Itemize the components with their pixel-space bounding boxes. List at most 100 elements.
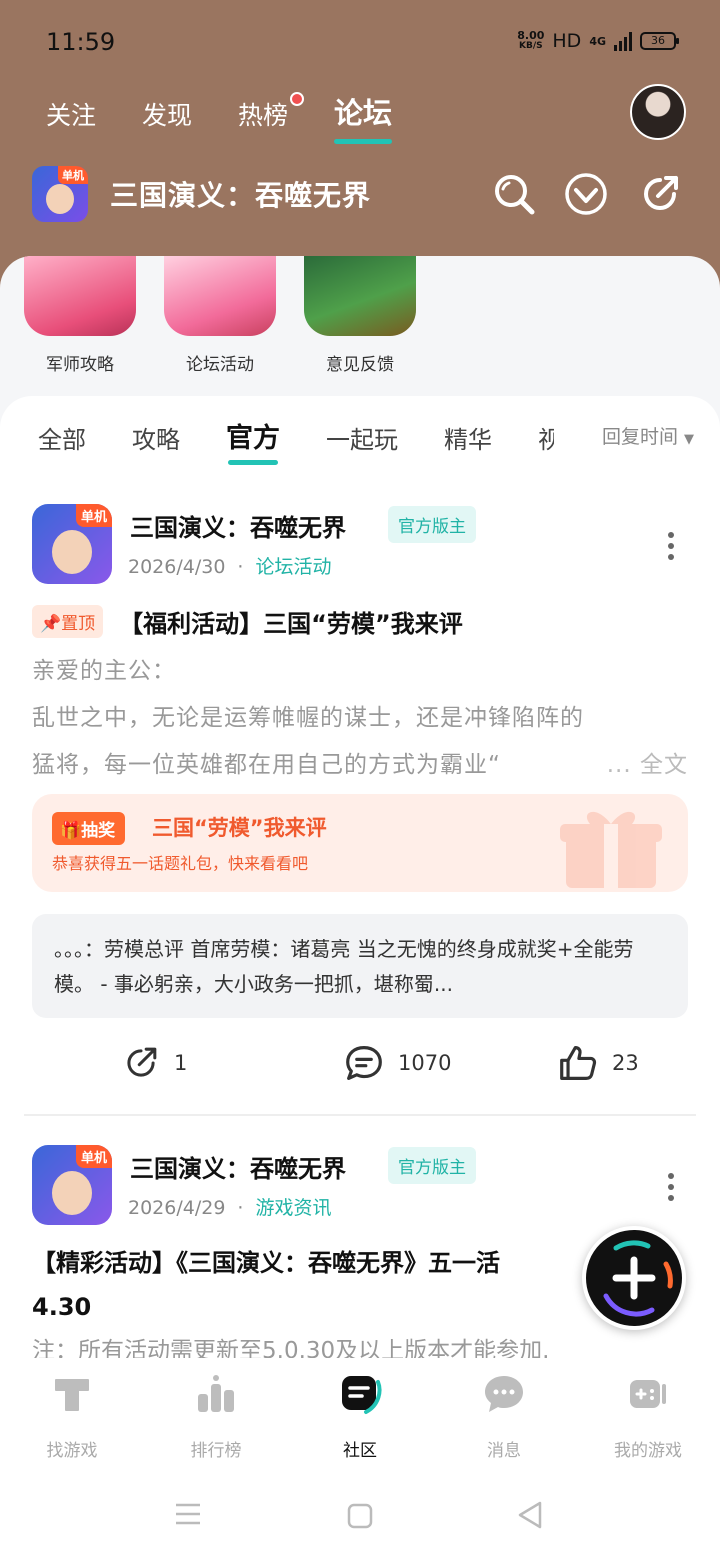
user-avatar[interactable] [630, 84, 686, 140]
network-type: 4G [589, 34, 606, 48]
role-badge: 官方版主 [388, 506, 476, 543]
bottom-nav: 找游戏 排行榜 社区 消息 我的游戏 [0, 1358, 720, 1468]
post-meta: 2026/4/30 · 论坛活动 [128, 552, 331, 579]
filter-tab-all[interactable]: 全部 [38, 420, 86, 455]
author-name[interactable]: 三国演义：吞噬无界 [130, 508, 346, 543]
signal-icon [614, 31, 632, 51]
comment-action[interactable]: 1070 [344, 1044, 451, 1082]
nav-my-games[interactable]: 我的游戏 [588, 1372, 708, 1461]
quoted-reply[interactable]: 。。。：劳模总评 首席劳模：诸葛亮 当之无愧的终身成就奖+全能劳模。 - 事必躬… [32, 914, 688, 1018]
rankings-icon [198, 1375, 234, 1412]
comment-icon [346, 1046, 382, 1080]
excerpt-line: 乱世之中，无论是运筹帷幄的谋士，还是冲锋陷阵的 [32, 705, 584, 731]
post-excerpt[interactable]: 注：所有活动需更新至5.0.30及以上版本才能参加. [32, 1331, 549, 1360]
menu-icon[interactable] [174, 1502, 202, 1526]
nav-rankings[interactable]: 排行榜 [156, 1372, 276, 1461]
like-count: 23 [612, 1051, 639, 1075]
favorite-heart-icon[interactable] [564, 172, 608, 216]
filter-tab-guide[interactable]: 攻略 [132, 420, 180, 455]
forum-content: 军师攻略 论坛活动 意见反馈 全部 攻略 官方 一起玩 精华 视 回复时间 ▼ [0, 256, 720, 1360]
nav-label: 消息 [487, 1441, 521, 1461]
game-icon-face [46, 184, 74, 214]
author-avatar-tag: 单机 [75, 1145, 112, 1168]
post-card[interactable]: 单机 三国演义：吞噬无界 官方版主 2026/4/30 · 论坛活动 📌置顶 【福利… [32, 504, 688, 1104]
shortcut-forum-activity[interactable]: 论坛活动 [164, 256, 276, 375]
gift-watermark-icon [560, 811, 662, 888]
more-options-icon[interactable] [668, 1173, 674, 1201]
filter-tab-featured[interactable]: 精华 [444, 420, 492, 455]
tab-follow[interactable]: 关注 [46, 96, 96, 132]
pinned-label: 置顶 [61, 614, 96, 634]
game-title[interactable]: 三国演义：吞噬无界 [110, 174, 371, 214]
share-action[interactable]: 1 [122, 1044, 187, 1082]
post-title[interactable]: 📌置顶 【福利活动】三国“劳模”我来评 [32, 604, 463, 639]
search-icon[interactable] [492, 172, 536, 216]
filter-tab-play-together[interactable]: 一起玩 [326, 420, 398, 455]
tab-discover[interactable]: 发现 [142, 96, 192, 132]
read-more-link[interactable]: ... 全文 [596, 742, 688, 789]
home-icon[interactable] [346, 1502, 374, 1530]
filter-tab-video[interactable]: 视 [538, 420, 554, 455]
game-icon[interactable]: 单机 [32, 166, 88, 222]
game-icon-tag: 单机 [58, 166, 88, 184]
messages-icon [485, 1376, 523, 1412]
author-avatar[interactable]: 单机 [32, 504, 112, 584]
share-icon[interactable] [638, 172, 682, 216]
excerpt-line: 亲爱的主公： [32, 658, 176, 684]
forum-header: 11:59 8.00 KB/S HD 4G 36 关注 发现 热榜 论坛 单机 … [0, 0, 720, 300]
caret-down-icon: ▼ [684, 432, 694, 447]
like-action[interactable]: 23 [558, 1044, 639, 1082]
post-category[interactable]: 游戏资讯 [255, 1197, 331, 1219]
plus-icon [603, 1240, 673, 1317]
lottery-card[interactable]: 🎁抽奖 三国“劳模”我来评 恭喜获得五一话题礼包，快来看看吧 [32, 794, 688, 892]
nav-label: 社区 [343, 1441, 377, 1461]
tab-hot-label: 热榜 [238, 101, 289, 130]
pin-icon: 📌 [40, 614, 62, 634]
lottery-subtitle: 恭喜获得五一话题礼包，快来看看吧 [52, 854, 309, 873]
nav-messages[interactable]: 消息 [444, 1372, 564, 1461]
nav-find-games[interactable]: 找游戏 [12, 1372, 132, 1461]
lottery-title: 三国“劳模”我来评 [152, 816, 327, 840]
status-icons: 8.00 KB/S HD 4G 36 [517, 30, 679, 52]
sort-dropdown[interactable]: 回复时间 ▼ [589, 422, 694, 449]
more-options-icon[interactable] [668, 532, 674, 560]
shortcut-forum-activity-label: 论坛活动 [186, 355, 254, 375]
post-title-text: 【福利活动】三国“劳模”我来评 [119, 610, 463, 638]
lottery-badge: 🎁抽奖 [52, 812, 126, 845]
nav-label: 我的游戏 [614, 1441, 682, 1461]
filter-tab-official[interactable]: 官方 [226, 416, 280, 465]
shortcut-forum-activity-image [164, 256, 276, 336]
post-meta: 2026/4/29 · 游戏资讯 [128, 1193, 331, 1220]
shortcut-strategy[interactable]: 军师攻略 [24, 256, 136, 375]
tab-forum[interactable]: 论坛 [334, 90, 393, 144]
network-speed-unit: KB/S [519, 41, 543, 51]
author-name[interactable]: 三国演义：吞噬无界 [130, 1149, 346, 1184]
author-avatar-face [52, 1171, 92, 1215]
post-divider [24, 1114, 696, 1116]
my-games-icon [630, 1380, 666, 1408]
pinned-badge: 📌置顶 [32, 605, 104, 638]
nav-community[interactable]: 社区 [300, 1372, 420, 1461]
post-feed: 全部 攻略 官方 一起玩 精华 视 回复时间 ▼ 单机 三国演义：吞噬无界 官方… [0, 396, 720, 1360]
nav-label: 排行榜 [190, 1441, 242, 1461]
status-time: 11:59 [46, 28, 116, 56]
create-post-button[interactable] [582, 1226, 686, 1330]
system-nav-bar [0, 1468, 720, 1560]
shortcut-row: 军师攻略 论坛活动 意见反馈 [24, 256, 416, 375]
post-category[interactable]: 论坛活动 [255, 556, 331, 578]
tab-hot[interactable]: 热榜 [238, 92, 305, 132]
thumbs-up-icon [560, 1046, 597, 1080]
lottery-badge-label: 抽奖 [81, 821, 116, 841]
post-excerpt[interactable]: 亲爱的主公： 乱世之中，无论是运筹帷幄的谋士，还是冲锋陷阵的 猛将，每一位英雄都… [32, 648, 688, 789]
back-icon[interactable] [516, 1500, 544, 1530]
post-title[interactable]: 【精彩活动】《三国演义：吞噬无界》五一活 4.30 [32, 1241, 500, 1329]
post-actions: 1 1070 23 [32, 1044, 688, 1084]
hd-indicator: HD [552, 30, 582, 52]
battery-icon: 36 [640, 32, 679, 50]
role-badge: 官方版主 [388, 1147, 476, 1184]
shortcut-strategy-label: 军师攻略 [46, 355, 114, 375]
shortcut-feedback[interactable]: 意见反馈 [304, 256, 416, 375]
author-avatar[interactable]: 单机 [32, 1145, 112, 1225]
status-bar: 11:59 8.00 KB/S HD 4G 36 [0, 0, 720, 80]
sort-label: 回复时间 [601, 426, 678, 448]
